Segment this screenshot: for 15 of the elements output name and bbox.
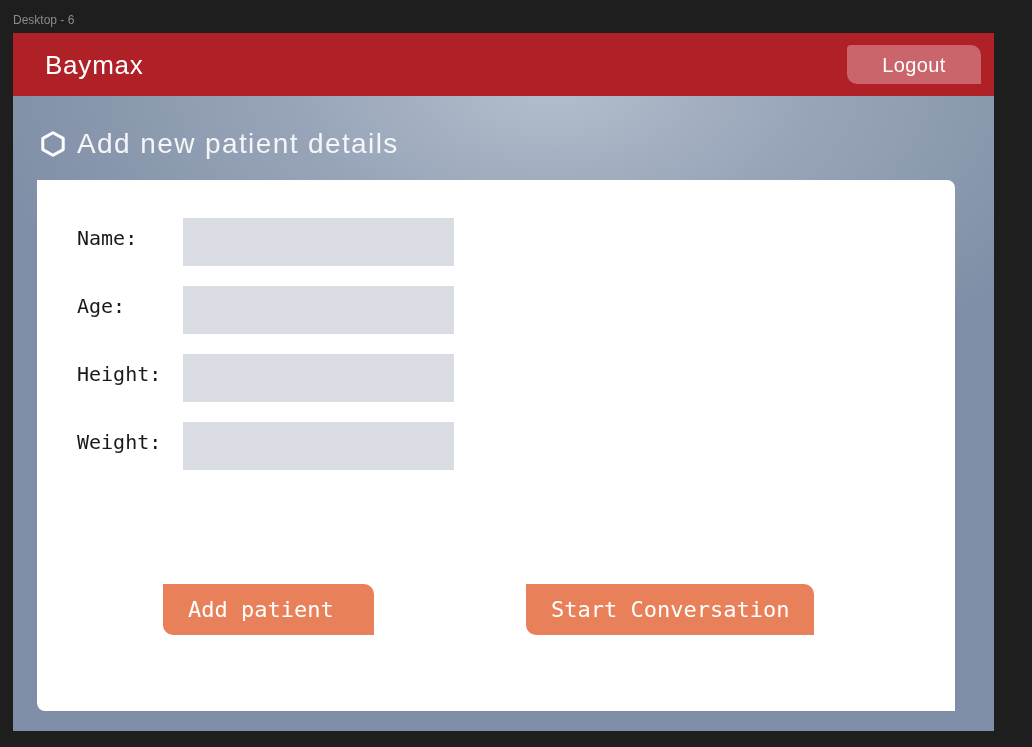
input-field[interactable]	[183, 422, 454, 470]
logout-button[interactable]: Logout	[847, 45, 981, 84]
start-conversation-button[interactable]: Start Conversation	[526, 584, 814, 635]
brand-name: Baymax	[45, 49, 144, 80]
field-label: Age:	[77, 293, 127, 318]
field-label: Height:	[77, 361, 163, 386]
input-field[interactable]	[183, 218, 454, 266]
add-patient-button[interactable]: Add patient	[163, 584, 374, 635]
frame-label: Desktop - 6	[13, 13, 75, 27]
page-title: Add new patient details	[77, 129, 399, 159]
input-field[interactable]	[183, 354, 454, 402]
hexagon-icon	[41, 131, 65, 157]
field-label: Name:	[77, 225, 139, 250]
input-field[interactable]	[183, 286, 454, 334]
field-label: Weight:	[77, 429, 163, 454]
